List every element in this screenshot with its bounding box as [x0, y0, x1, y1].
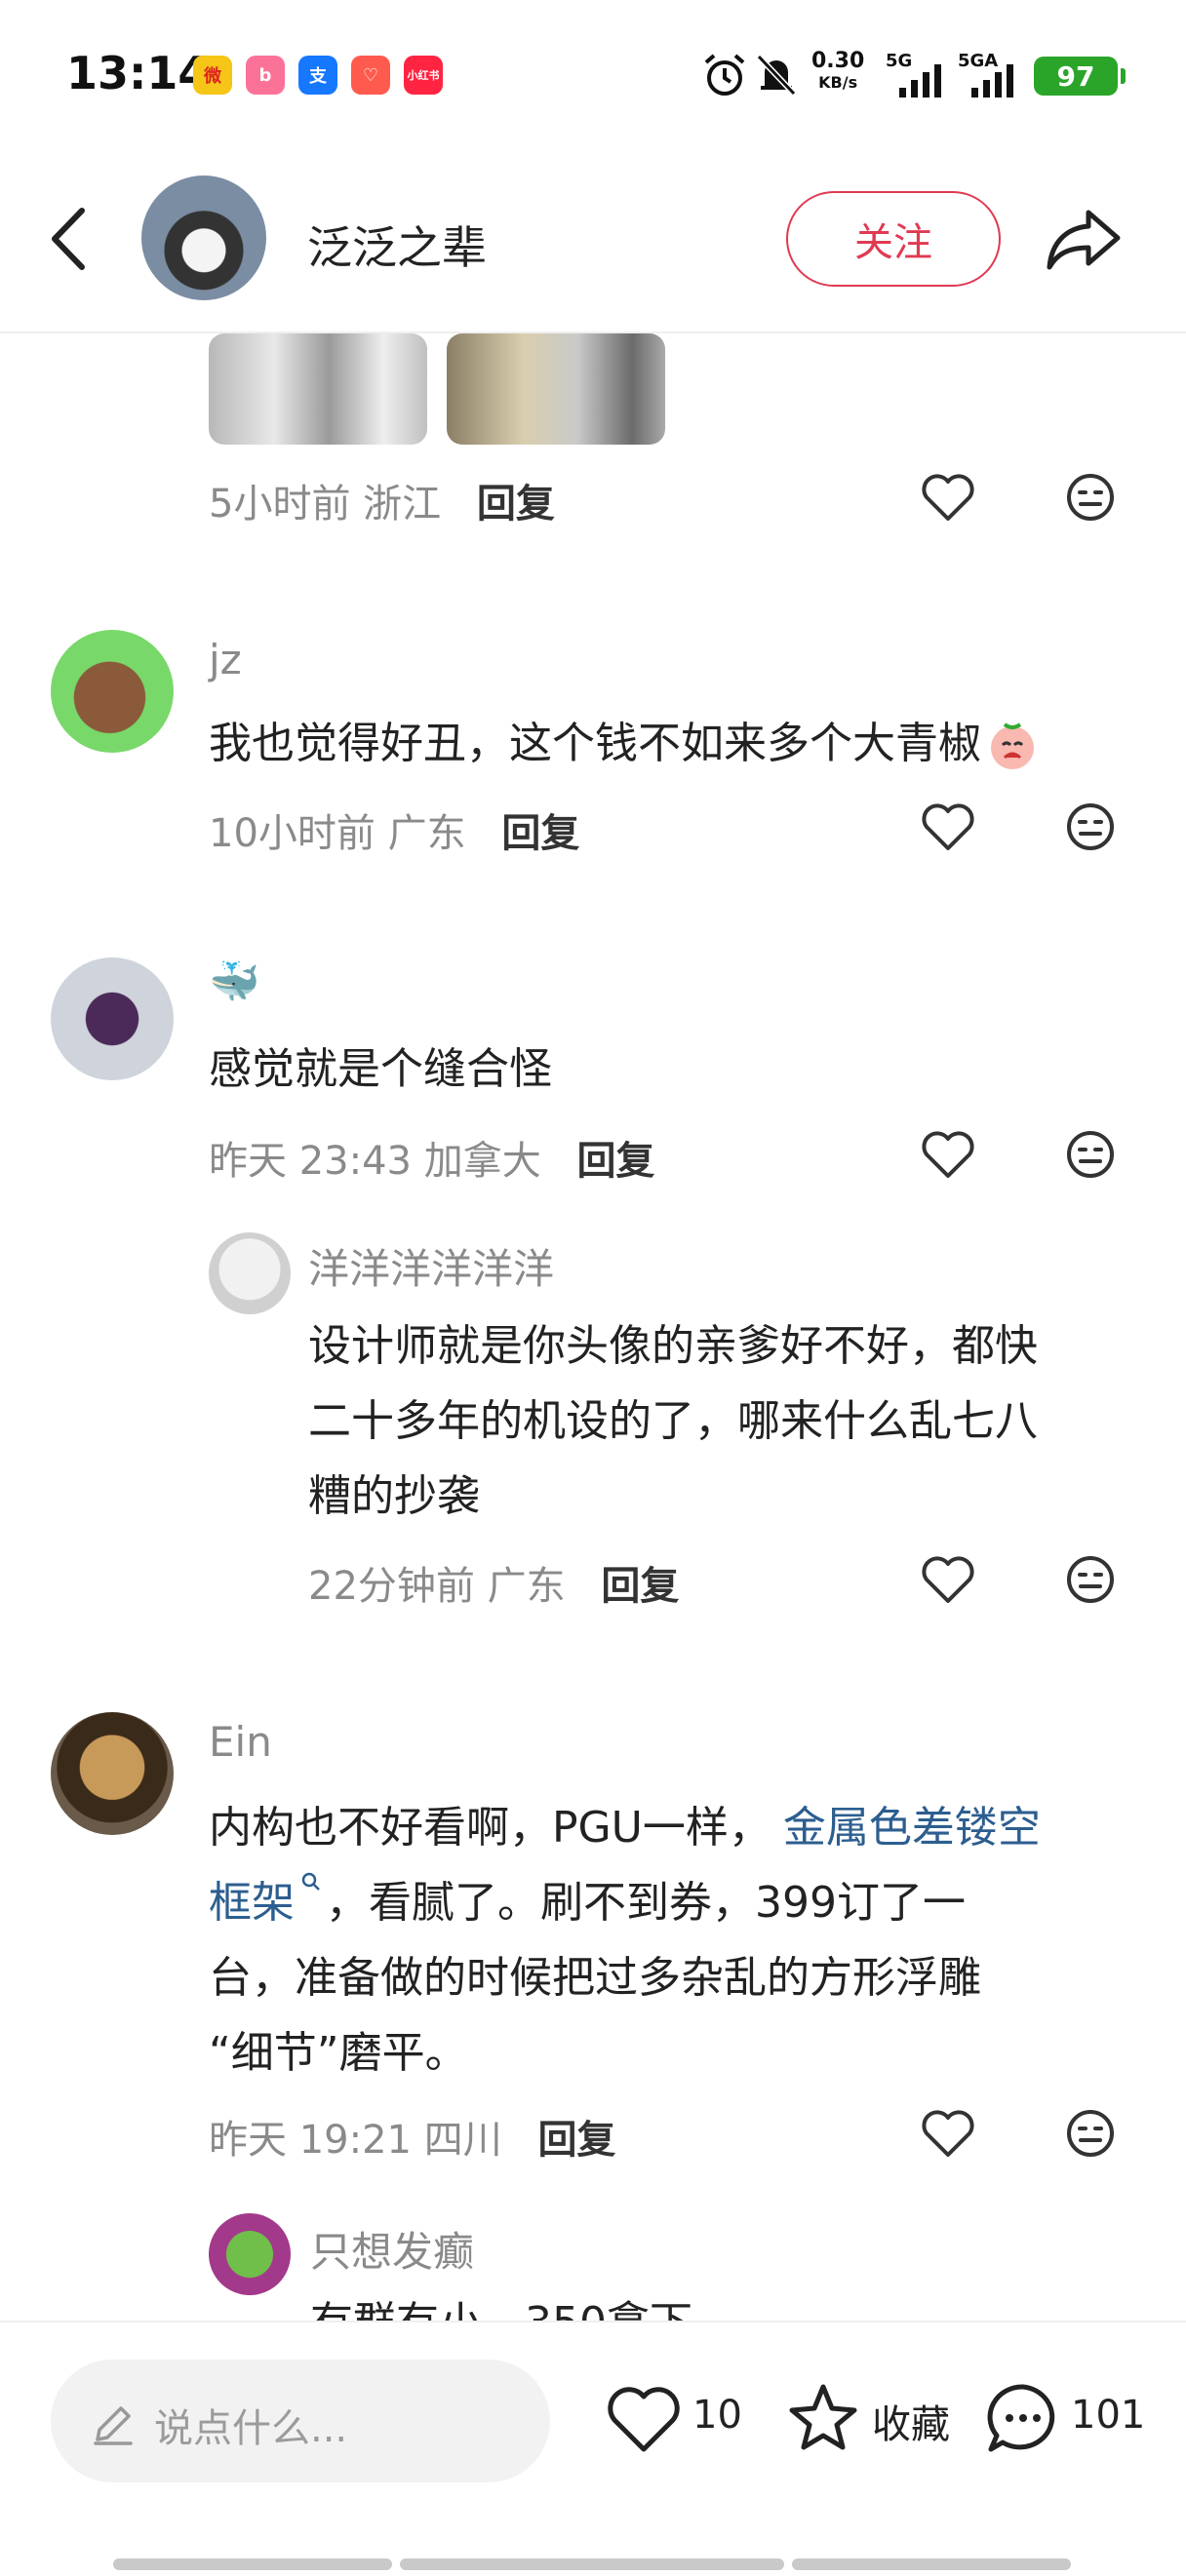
comment-input-placeholder: 说点什么...: [154, 2406, 348, 2451]
reply-user-name[interactable]: 洋洋洋洋洋洋: [308, 1236, 554, 1296]
collect-star-icon[interactable]: [786, 2381, 860, 2455]
alipay-icon: 支: [298, 56, 337, 95]
emoji-reaction-icon[interactable]: [1065, 2108, 1116, 2159]
collect-button[interactable]: 收藏: [872, 2393, 950, 2449]
net-speed: 0.30 KB/s: [811, 51, 864, 94]
reply-button[interactable]: 回复: [477, 482, 555, 527]
search-link[interactable]: 金属色差镂空: [783, 1803, 1041, 1853]
weibo-icon: 微: [193, 56, 232, 95]
comment-text: 内构也不好看啊，PGU一样， 金属色差镂空 框架 ，看腻了。刷不到券，399订了一 …: [209, 1790, 1041, 2090]
net-speed-unit: KB/s: [818, 73, 858, 92]
like-icon[interactable]: [921, 1129, 975, 1180]
reply-text: 设计师就是你头像的亲爹好不好，都快 二十多年的机设的了，哪来什么乱七八 糟的抄袭: [308, 1308, 1038, 1534]
xiaohongshu-icon: 小红书: [404, 56, 443, 95]
share-icon[interactable]: [1046, 205, 1124, 273]
reply-text-line: 二十多年的机设的了，哪来什么乱七八: [308, 1396, 1038, 1446]
comment-meta: 10小时前 广东 回复: [209, 801, 579, 858]
commenter-avatar[interactable]: [51, 630, 174, 753]
bilibili-icon: b: [246, 56, 285, 95]
signal-bars-icon: [899, 64, 941, 98]
comment-time: 5小时前: [209, 482, 351, 527]
reply-text-line: 设计师就是你头像的亲爹好不好，都快: [308, 1321, 1038, 1371]
comment-text-line: 内构也不好看啊，PGU一样， 金属色差镂空: [209, 1790, 1041, 1865]
commenter-avatar[interactable]: [51, 957, 174, 1080]
comment-meta: 昨天 23:43 加拿大 回复: [209, 1129, 654, 1186]
comment-time: 昨天 19:21: [209, 2118, 412, 2163]
pen-icon: [94, 2406, 133, 2445]
comment-region: 四川: [423, 2118, 502, 2163]
nav-gesture-bar[interactable]: [113, 2558, 392, 2570]
reply-button[interactable]: 回复: [501, 811, 579, 856]
reply-avatar[interactable]: [209, 1232, 291, 1314]
reply-avatar[interactable]: [209, 2213, 291, 2295]
reply-button[interactable]: 回复: [537, 2118, 615, 2163]
like-icon[interactable]: [921, 1554, 975, 1605]
follow-button[interactable]: 关注: [786, 191, 1001, 287]
comment-text-content: 我也觉得好丑，这个钱不如来多个大青椒: [209, 719, 981, 768]
battery-indicator: 97: [1034, 57, 1126, 96]
mute-icon: [756, 54, 797, 97]
reply-text-partial: 有群有小，350拿下: [310, 2285, 692, 2321]
status-time: 13:14: [66, 47, 210, 99]
reply-button[interactable]: 回复: [601, 1564, 679, 1609]
comment-region: 广东: [387, 811, 466, 856]
comment-text-line: 框架 ，看腻了。刷不到券，399订了一: [209, 1865, 1041, 1940]
comment-region: 加拿大: [423, 1139, 541, 1184]
like-icon[interactable]: [921, 801, 975, 852]
signal-bars-icon-2: [971, 64, 1013, 98]
comment-region: 浙江: [363, 482, 442, 527]
commenter-avatar[interactable]: [51, 1712, 174, 1835]
reply-text-line: 糟的抄袭: [308, 1471, 480, 1521]
bottom-action-bar: 说点什么... 10 收藏 101: [0, 2321, 1186, 2576]
comment-image-1[interactable]: [209, 333, 427, 445]
comment-input[interactable]: 说点什么...: [51, 2360, 550, 2482]
comment-meta: 昨天 19:21 四川 回复: [209, 2108, 615, 2165]
like-post-icon[interactable]: [607, 2385, 681, 2455]
comment-time: 昨天 23:43: [209, 1139, 412, 1184]
commenter-name[interactable]: jz: [209, 636, 242, 683]
emoji-reaction-icon[interactable]: [1065, 801, 1116, 852]
comment-text-line: “细节”磨平。: [209, 2028, 468, 2078]
emoji-reaction-icon[interactable]: [1065, 472, 1116, 523]
comment-image-2[interactable]: [447, 333, 665, 445]
commenter-name[interactable]: Ein: [209, 1718, 272, 1766]
like-icon[interactable]: [921, 472, 975, 523]
comment-text-line: 台，准备做的时候把过多杂乱的方形浮雕: [209, 1953, 981, 2003]
status-bar: 13:14 微 b 支 ♡ 小红书 0.30 KB/s 5G 5GA 97: [0, 0, 1186, 146]
commenter-name[interactable]: 🐳: [209, 957, 259, 1006]
net-speed-value: 0.30: [811, 49, 865, 73]
crying-face-icon: [991, 722, 1034, 769]
emoji-reaction-icon[interactable]: [1065, 1554, 1116, 1605]
reply-user-name[interactable]: 只想发癫: [310, 2219, 474, 2279]
reply-button[interactable]: 回复: [576, 1139, 654, 1184]
author-avatar[interactable]: [141, 176, 266, 300]
alarm-icon: [704, 54, 745, 96]
comment-meta: 5小时前 浙江 回复: [209, 472, 555, 528]
search-icon[interactable]: [300, 1871, 322, 1893]
comment-text: 我也觉得好丑，这个钱不如来多个大青椒: [209, 706, 1040, 781]
emoji-reaction-icon[interactable]: [1065, 1129, 1116, 1180]
comment-time: 10小时前: [209, 811, 376, 856]
comment-time: 22分钟前: [308, 1564, 475, 1609]
comment-text: 感觉就是个缝合怪: [209, 1044, 552, 1094]
post-header: 泛泛之辈 关注: [0, 146, 1186, 333]
comment-region: 广东: [487, 1564, 566, 1609]
author-name[interactable]: 泛泛之辈: [307, 213, 487, 277]
comment-bubble-icon[interactable]: [985, 2381, 1061, 2457]
search-link[interactable]: 框架: [209, 1878, 295, 1928]
comment-count[interactable]: 101: [1071, 2393, 1145, 2438]
like-count[interactable]: 10: [692, 2393, 742, 2438]
health-icon: ♡: [351, 56, 390, 95]
comment-text-segment: ，看腻了。刷不到券，399订了一: [326, 1878, 966, 1928]
nav-gesture-bar[interactable]: [400, 2558, 784, 2570]
reply-meta: 22分钟前 广东 回复: [308, 1554, 679, 1611]
like-icon[interactable]: [921, 2108, 975, 2159]
nav-gesture-bar[interactable]: [792, 2558, 1071, 2570]
back-icon[interactable]: [43, 205, 101, 273]
comment-text-segment: 内构也不好看啊，PGU一样，: [209, 1803, 771, 1853]
